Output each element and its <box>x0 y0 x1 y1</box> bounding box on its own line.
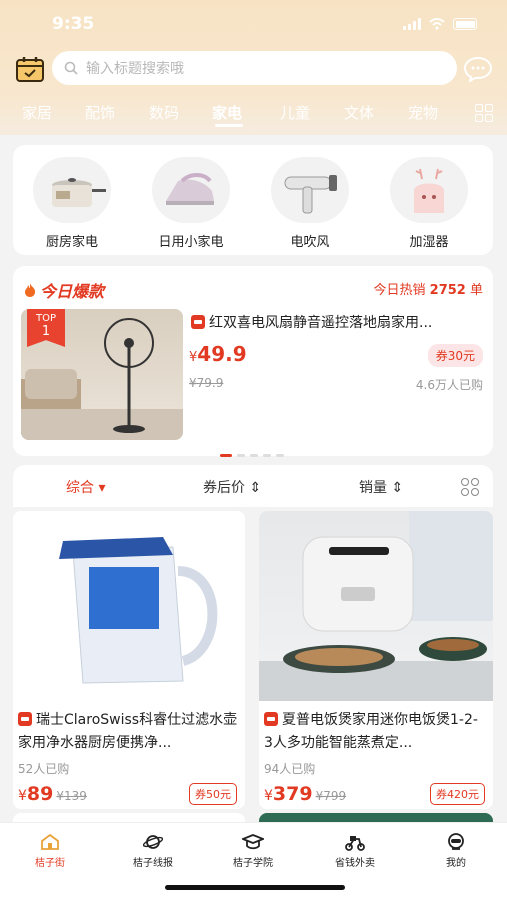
iron-icon <box>152 157 230 223</box>
category-tabs: 家居 配饰 数码 家电 儿童 文体 宠物 <box>0 98 507 128</box>
nav-takeout[interactable]: 省钱外卖 <box>310 833 400 869</box>
header: 9:35 输入标题搜索哦 家居 配饰 数码 家电 儿童 文体 宠物 <box>0 0 507 135</box>
category-hair-dryer[interactable]: 电吹风 <box>265 157 355 250</box>
product-price: ¥89 ¥139 <box>18 783 87 805</box>
tab-stationery[interactable]: 文体 <box>344 102 374 123</box>
status-bar: 9:35 <box>0 10 507 40</box>
category-label: 加湿器 <box>409 235 449 250</box>
tabs-grid-icon[interactable] <box>475 104 493 122</box>
tab-appliances[interactable]: 家电 <box>212 102 242 123</box>
coupon-badge[interactable]: 券420元 <box>430 783 485 805</box>
category-small-appliance[interactable]: 日用小家电 <box>146 157 236 250</box>
tab-home[interactable]: 家居 <box>22 102 52 123</box>
status-icons <box>403 18 477 30</box>
product-title: 夏普电饭煲家用迷你电饭煲1-2-3人多功能智能蒸煮定... <box>264 712 478 751</box>
search-input[interactable]: 输入标题搜索哦 <box>52 51 457 85</box>
home-indicator <box>165 885 345 890</box>
category-label: 电吹风 <box>290 235 330 250</box>
home-icon <box>41 833 59 850</box>
tab-pets[interactable]: 宠物 <box>408 102 438 123</box>
nav-academy[interactable]: 桔子学院 <box>208 833 298 869</box>
product-title: 瑞士ClaroSwiss科睿仕过滤水壶家用净水器厨房便携净... <box>18 712 238 751</box>
status-time: 9:35 <box>52 14 95 34</box>
nav-deals[interactable]: 桔子线报 <box>108 833 198 869</box>
sort-price-after-coupon[interactable]: 券后价 ⇕ <box>203 477 261 497</box>
category-label: 日用小家电 <box>158 235 224 250</box>
product-price: ¥379 ¥799 <box>264 783 347 805</box>
nav-profile[interactable]: 我的 <box>411 833 501 869</box>
hot-product-title[interactable]: 红双喜电风扇静音遥控落地扇家用... <box>191 312 481 332</box>
product-card[interactable]: 瑞士ClaroSwiss科睿仕过滤水壶家用净水器厨房便携净... 52人已购 ¥… <box>13 511 245 809</box>
tmall-icon <box>264 712 278 726</box>
tab-kids[interactable]: 儿童 <box>280 102 310 123</box>
calendar-icon[interactable] <box>15 55 45 83</box>
category-label: 厨房家电 <box>45 235 98 250</box>
humidifier-icon <box>390 157 468 223</box>
cooker-icon <box>33 157 111 223</box>
tmall-icon <box>18 712 32 726</box>
product-sold-count: 94人已购 <box>264 762 316 776</box>
sort-sales[interactable]: 销量 ⇕ <box>359 477 403 497</box>
rice-cooker-image <box>259 511 493 701</box>
profile-icon <box>448 833 464 850</box>
fan-product-image[interactable]: TOP 1 <box>21 309 183 440</box>
layout-grid-icon[interactable] <box>461 478 479 496</box>
message-icon[interactable] <box>463 56 493 82</box>
hot-coupon-stamp: 券30元 <box>427 344 483 367</box>
category-card: 厨房家电 日用小家电 电吹风 加湿器 <box>13 145 493 255</box>
product-sold-count: 52人已购 <box>18 762 70 776</box>
hot-deals-title: 今日爆款 <box>23 278 104 302</box>
category-kitchen[interactable]: 厨房家电 <box>27 157 117 250</box>
wifi-icon <box>429 18 445 30</box>
tab-digital[interactable]: 数码 <box>149 102 179 123</box>
hot-original-price: ¥79.9 <box>189 376 224 390</box>
search-placeholder: 输入标题搜索哦 <box>86 61 184 77</box>
tab-accessories[interactable]: 配饰 <box>85 102 115 123</box>
product-card[interactable]: 夏普电饭煲家用迷你电饭煲1-2-3人多功能智能蒸煮定... 94人已购 ¥379… <box>259 511 493 809</box>
hot-price: ¥49.9 <box>189 342 247 366</box>
flame-icon <box>25 283 36 297</box>
hair-dryer-icon <box>271 157 349 223</box>
category-humidifier[interactable]: 加湿器 <box>384 157 474 250</box>
search-icon <box>64 61 78 75</box>
sort-comprehensive[interactable]: 综合 ▾ <box>66 477 105 497</box>
graduation-cap-icon <box>242 834 264 850</box>
carousel-dots <box>220 454 284 457</box>
battery-icon <box>453 18 477 30</box>
coupon-badge[interactable]: 券50元 <box>189 783 237 805</box>
tmall-icon <box>191 315 205 329</box>
signal-icon <box>403 18 421 30</box>
hot-sold-count: 4.6万人已购 <box>415 378 483 392</box>
scooter-icon <box>345 836 365 851</box>
planet-icon <box>143 835 163 849</box>
nav-home[interactable]: 桔子街 <box>5 833 95 869</box>
hot-sales-count: 今日热销 2752 单 <box>373 283 484 298</box>
active-tab-indicator <box>215 124 243 127</box>
sort-bar: 综合 ▾ 券后价 ⇕ 销量 ⇕ <box>13 465 493 507</box>
water-pitcher-image <box>13 511 245 701</box>
hot-deals-card: 今日爆款 今日热销 2752 单 TOP 1 红双喜电风扇静音遥控落地扇家用...… <box>13 266 493 457</box>
